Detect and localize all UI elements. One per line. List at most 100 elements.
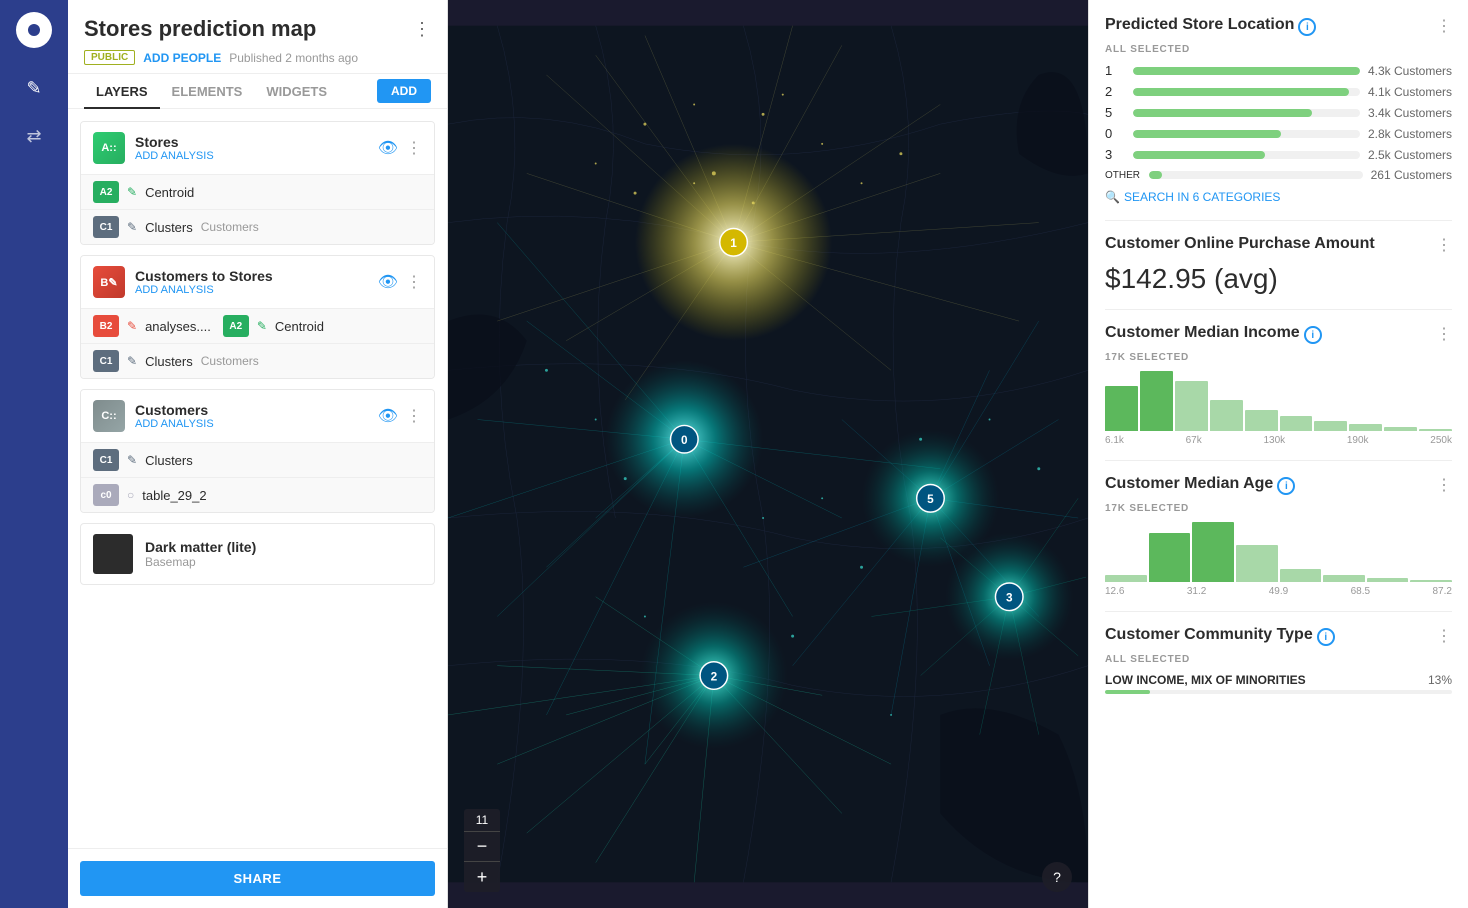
tab-widgets[interactable]: WIDGETS — [254, 74, 339, 109]
edit-icon[interactable]: ✎ — [14, 68, 54, 108]
community-more[interactable]: ⋮ — [1436, 626, 1452, 646]
stores-sub-clusters: C1 ✎ Clusters Customers — [81, 209, 434, 244]
svg-text:5: 5 — [927, 492, 934, 506]
title-row: Stores prediction map ⋮ — [84, 16, 431, 42]
sidebar-more-button[interactable]: ⋮ — [413, 19, 431, 40]
store-bar-container-1 — [1133, 67, 1360, 75]
divider-3 — [1105, 460, 1452, 461]
add-layer-button[interactable]: ADD — [377, 79, 431, 103]
age-info-icon[interactable]: i — [1277, 477, 1295, 495]
income-bar-4 — [1245, 410, 1278, 431]
right-panel: Predicted Store Location i ⋮ ALL SELECTE… — [1088, 0, 1468, 908]
logo-dot — [28, 24, 40, 36]
basemap-item: Dark matter (lite) Basemap — [80, 523, 435, 585]
income-label-4: 250k — [1430, 435, 1452, 446]
store-bar-container-0 — [1133, 130, 1360, 138]
community-title-row: Customer Community Type i — [1105, 626, 1339, 648]
search-categories-link[interactable]: 🔍 SEARCH IN 6 CATEGORIES — [1105, 190, 1452, 204]
widget-median-income: Customer Median Income i ⋮ 17K SELECTED … — [1105, 324, 1452, 446]
c2s-name-text: Customers to Stores — [135, 268, 368, 284]
tab-elements[interactable]: ELEMENTS — [160, 74, 255, 109]
c2s-sub-analyses: B2 ✎ analyses.... A2 ✎ Centroid — [81, 308, 434, 343]
age-bar-3 — [1236, 545, 1278, 582]
community-section-label: ALL SELECTED — [1105, 654, 1452, 665]
add-people-button[interactable]: ADD PEOPLE — [143, 51, 221, 65]
stores-c1-badge: C1 — [93, 216, 119, 238]
age-title: Customer Median Age — [1105, 475, 1273, 493]
purchase-more[interactable]: ⋮ — [1436, 235, 1452, 255]
customers-table-label: table_29_2 — [142, 488, 206, 503]
tabs-bar: LAYERS ELEMENTS WIDGETS ADD — [68, 74, 447, 109]
filter-icon[interactable]: ⇄ — [14, 116, 54, 156]
income-bar-0 — [1105, 386, 1138, 431]
income-header: Customer Median Income i ⋮ — [1105, 324, 1452, 346]
income-bar-3 — [1210, 400, 1243, 431]
layer-header-c2s: B✎ Customers to Stores ADD ANALYSIS 👁 ⋮ — [81, 256, 434, 308]
store-rows: 1 4.3k Customers 2 4.1k Customers 5 3.4k… — [1105, 63, 1452, 182]
search-categories-text: SEARCH IN 6 CATEGORIES — [1124, 190, 1280, 204]
predicted-store-title: Predicted Store Location — [1105, 16, 1294, 34]
c2s-b2-badge: B2 — [93, 315, 119, 337]
tab-layers[interactable]: LAYERS — [84, 74, 160, 109]
community-bar — [1105, 690, 1150, 694]
c2s-sub-clusters: C1 ✎ Clusters Customers — [81, 343, 434, 378]
store-bar-1 — [1133, 67, 1360, 75]
c2s-analyses-label: analyses.... — [145, 319, 211, 334]
sidebar-meta: PUBLIC ADD PEOPLE Published 2 months ago — [84, 50, 431, 65]
income-bar-5 — [1280, 416, 1313, 431]
predicted-store-more[interactable]: ⋮ — [1436, 16, 1452, 36]
age-histogram: 12.6 31.2 49.9 68.5 87.2 — [1105, 522, 1452, 597]
stores-sub-centroid: A2 ✎ Centroid — [81, 174, 434, 209]
age-bar-7 — [1410, 580, 1452, 582]
age-label-2: 49.9 — [1269, 586, 1288, 597]
stores-add-analysis[interactable]: ADD ANALYSIS — [135, 150, 368, 162]
store-bar-container-3 — [1133, 151, 1360, 159]
community-row-val: 13% — [1428, 673, 1452, 687]
layer-icon-c2s: B✎ — [93, 266, 125, 298]
customers-visibility-icon[interactable]: 👁 — [378, 406, 398, 426]
map-container[interactable]: 1 0 5 3 2 11 − + ? — [448, 0, 1088, 908]
c2s-add-analysis[interactable]: ADD ANALYSIS — [135, 284, 368, 296]
customers-sub-clusters: C1 ✎ Clusters — [81, 442, 434, 477]
stores-visibility-icon[interactable]: 👁 — [378, 138, 398, 158]
customers-more-icon[interactable]: ⋮ — [406, 406, 422, 426]
c2s-c1-edit-icon: ✎ — [127, 354, 137, 368]
age-bar-2 — [1192, 522, 1234, 582]
community-row-text: LOW INCOME, MIX OF MINORITIES — [1105, 673, 1306, 687]
community-row: LOW INCOME, MIX OF MINORITIES 13% — [1105, 673, 1452, 694]
help-button[interactable]: ? — [1042, 862, 1072, 892]
public-badge: PUBLIC — [84, 50, 135, 65]
share-button[interactable]: SHARE — [80, 861, 435, 896]
income-bar-8 — [1384, 427, 1417, 431]
store-bar-other — [1149, 171, 1162, 179]
age-more[interactable]: ⋮ — [1436, 475, 1452, 495]
customers-clusters-label: Clusters — [145, 453, 193, 468]
age-label-3: 68.5 — [1351, 586, 1370, 597]
income-label-3: 190k — [1347, 435, 1369, 446]
store-row-1: 1 4.3k Customers — [1105, 63, 1452, 78]
zoom-in-button[interactable]: + — [464, 862, 500, 892]
zoom-out-button[interactable]: − — [464, 832, 500, 862]
store-bar-2 — [1133, 88, 1349, 96]
predicted-store-info-icon[interactable]: i — [1298, 18, 1316, 36]
c2s-visibility-icon[interactable]: 👁 — [378, 272, 398, 292]
income-info-icon[interactable]: i — [1304, 326, 1322, 344]
community-title: Customer Community Type — [1105, 626, 1313, 644]
layer-name-customers: Customers ADD ANALYSIS — [135, 402, 368, 430]
svg-text:2: 2 — [711, 669, 718, 683]
logo[interactable] — [16, 12, 52, 48]
income-bar-9 — [1419, 429, 1452, 431]
customers-add-analysis[interactable]: ADD ANALYSIS — [135, 418, 368, 430]
income-bar-1 — [1140, 371, 1173, 431]
sidebar-header: Stores prediction map ⋮ PUBLIC ADD PEOPL… — [68, 0, 447, 74]
widget-predicted-store: Predicted Store Location i ⋮ ALL SELECTE… — [1105, 16, 1452, 204]
store-val-3: 2.5k Customers — [1368, 148, 1452, 162]
stores-more-icon[interactable]: ⋮ — [406, 138, 422, 158]
layer-header-stores: A:: Stores ADD ANALYSIS 👁 ⋮ — [81, 122, 434, 174]
income-more[interactable]: ⋮ — [1436, 324, 1452, 344]
community-info-icon[interactable]: i — [1317, 628, 1335, 646]
store-bar-container-other — [1149, 171, 1363, 179]
store-val-5: 3.4k Customers — [1368, 106, 1452, 120]
c2s-more-icon[interactable]: ⋮ — [406, 272, 422, 292]
stores-clusters-label: Clusters — [145, 220, 193, 235]
